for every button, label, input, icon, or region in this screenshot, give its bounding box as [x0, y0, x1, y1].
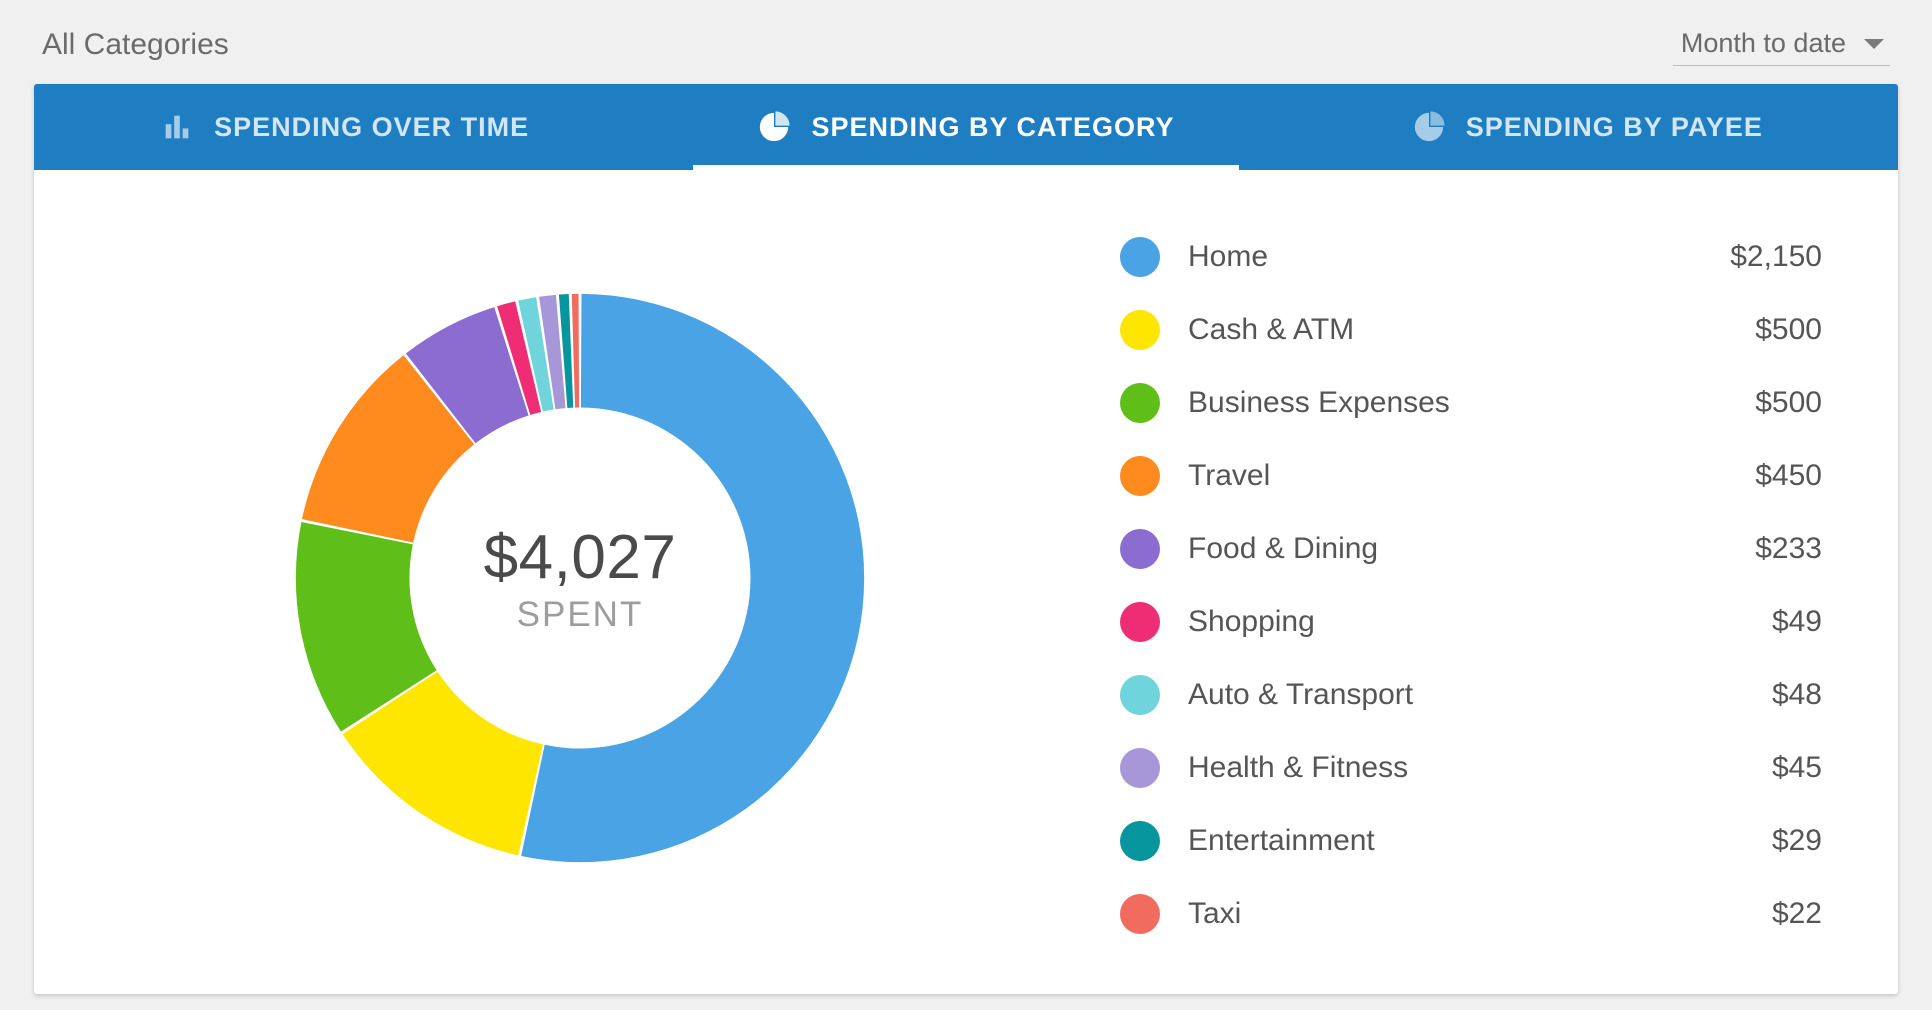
legend-amount: $45: [1672, 751, 1822, 785]
legend-row[interactable]: Entertainment$29: [1120, 804, 1822, 877]
legend-swatch: [1120, 748, 1160, 788]
legend-row[interactable]: Business Expenses$500: [1120, 366, 1822, 439]
legend-label: Health & Fitness: [1188, 751, 1672, 785]
tab-label: SPENDING BY CATEGORY: [811, 112, 1174, 143]
legend-swatch: [1120, 529, 1160, 569]
donut-chart[interactable]: $4,027 SPENT: [270, 268, 890, 888]
donut-slice[interactable]: [521, 294, 864, 862]
legend-amount: $450: [1672, 459, 1822, 493]
legend-amount: $2,150: [1672, 240, 1822, 274]
legend-label: Food & Dining: [1188, 532, 1672, 566]
date-range-value: Month to date: [1681, 28, 1846, 59]
pie-chart-icon: [1412, 110, 1446, 144]
legend-row[interactable]: Cash & ATM$500: [1120, 293, 1822, 366]
legend-label: Auto & Transport: [1188, 678, 1672, 712]
legend-row[interactable]: Travel$450: [1120, 439, 1822, 512]
legend-swatch: [1120, 821, 1160, 861]
legend-amount: $48: [1672, 678, 1822, 712]
donut-chart-pane: $4,027 SPENT: [70, 206, 1090, 950]
spending-card: SPENDING OVER TIME SPENDING BY CATEGORY: [34, 84, 1898, 994]
legend-swatch: [1120, 675, 1160, 715]
pie-chart-icon: [757, 110, 791, 144]
legend-amount: $233: [1672, 532, 1822, 566]
legend-amount: $49: [1672, 605, 1822, 639]
legend-row[interactable]: Auto & Transport$48: [1120, 658, 1822, 731]
legend-swatch: [1120, 894, 1160, 934]
legend-swatch: [1120, 383, 1160, 423]
date-range-select[interactable]: Month to date: [1673, 24, 1890, 66]
tab-spending-over-time[interactable]: SPENDING OVER TIME: [34, 84, 655, 170]
chevron-down-icon: [1864, 39, 1884, 49]
category-legend: Home$2,150Cash & ATM$500Business Expense…: [1120, 206, 1862, 950]
legend-label: Travel: [1188, 459, 1672, 493]
tab-bar: SPENDING OVER TIME SPENDING BY CATEGORY: [34, 84, 1898, 170]
legend-label: Business Expenses: [1188, 386, 1672, 420]
legend-label: Cash & ATM: [1188, 313, 1672, 347]
legend-swatch: [1120, 237, 1160, 277]
donut-slice[interactable]: [572, 294, 579, 408]
legend-label: Entertainment: [1188, 824, 1672, 858]
tab-label: SPENDING OVER TIME: [214, 112, 529, 143]
tab-spending-by-payee[interactable]: SPENDING BY PAYEE: [1277, 84, 1898, 170]
legend-amount: $500: [1672, 386, 1822, 420]
legend-row[interactable]: Shopping$49: [1120, 585, 1822, 658]
legend-amount: $500: [1672, 313, 1822, 347]
bar-chart-icon: [160, 110, 194, 144]
breadcrumb[interactable]: All Categories: [42, 28, 229, 62]
tab-label: SPENDING BY PAYEE: [1466, 112, 1763, 143]
legend-row[interactable]: Food & Dining$233: [1120, 512, 1822, 585]
legend-swatch: [1120, 602, 1160, 642]
legend-label: Home: [1188, 240, 1672, 274]
legend-amount: $22: [1672, 897, 1822, 931]
legend-row[interactable]: Taxi$22: [1120, 877, 1822, 950]
legend-swatch: [1120, 310, 1160, 350]
legend-row[interactable]: Health & Fitness$45: [1120, 731, 1822, 804]
legend-label: Shopping: [1188, 605, 1672, 639]
legend-swatch: [1120, 456, 1160, 496]
tab-spending-by-category[interactable]: SPENDING BY CATEGORY: [655, 84, 1276, 170]
legend-row[interactable]: Home$2,150: [1120, 220, 1822, 293]
legend-amount: $29: [1672, 824, 1822, 858]
legend-label: Taxi: [1188, 897, 1672, 931]
